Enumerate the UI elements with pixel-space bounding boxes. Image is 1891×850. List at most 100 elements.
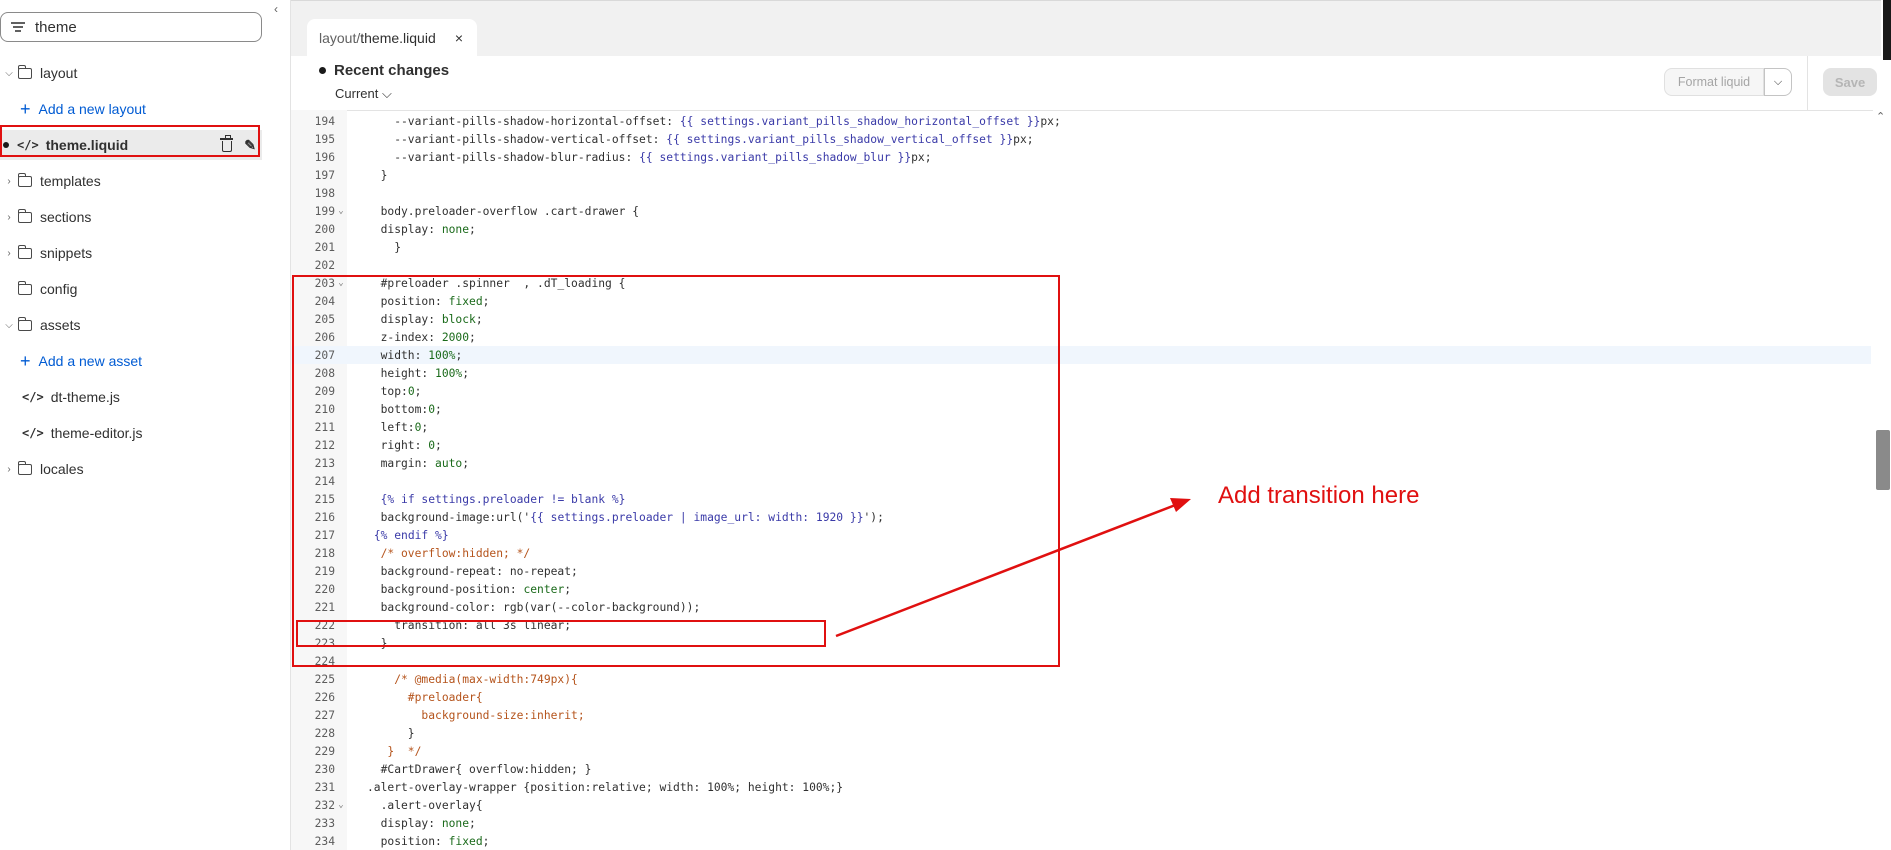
line-number: 200 — [314, 222, 335, 236]
unsaved-dot-icon — [3, 142, 9, 148]
annotation-line-box — [296, 620, 826, 647]
fold-chevron-icon[interactable]: ⌄ — [335, 800, 347, 810]
version-select[interactable]: Current ⌵ — [335, 86, 392, 102]
folder-config[interactable]: config — [0, 274, 262, 304]
code-text: } — [367, 168, 388, 182]
tab-theme-liquid[interactable]: layout/theme.liquid × — [307, 19, 477, 57]
line-number: 231 — [314, 780, 335, 794]
format-liquid-button[interactable]: Format liquid — [1664, 68, 1764, 96]
folder-label: config — [40, 281, 78, 297]
scroll-up-icon[interactable]: ⌃ — [1876, 110, 1885, 123]
code-line[interactable]: 227 background-size:inherit; — [291, 706, 1871, 724]
chevron-right-icon: › — [7, 247, 11, 259]
code-text: .alert-overlay{ — [367, 798, 483, 812]
file-theme-liquid[interactable]: </> theme.liquid ✎ — [0, 130, 262, 160]
folder-label: assets — [40, 317, 81, 333]
code-text: #preloader{ — [367, 690, 483, 704]
folder-templates[interactable]: › templates — [0, 166, 262, 196]
format-options-button[interactable]: ⌵ — [1764, 68, 1792, 96]
code-line[interactable]: 199 ⌄ body.preloader-overflow .cart-drawe… — [291, 202, 1871, 220]
code-text: position: fixed; — [367, 834, 490, 848]
tab-filename: theme.liquid — [360, 30, 436, 46]
folder-icon — [17, 172, 32, 187]
line-number: 229 — [314, 744, 335, 758]
file-search[interactable] — [0, 12, 262, 42]
add-layout-link[interactable]: + Add a new layout — [0, 94, 262, 124]
code-text: --variant-pills-shadow-blur-radius: {{ s… — [367, 150, 932, 164]
code-text: } — [367, 726, 415, 740]
line-number: 225 — [314, 672, 335, 686]
fold-chevron-icon[interactable]: ⌄ — [335, 206, 347, 216]
chevron-down-icon: ⌵ — [381, 86, 392, 101]
folder-icon — [17, 64, 32, 79]
code-text: .alert-overlay-wrapper {position:relativ… — [367, 780, 844, 794]
code-line[interactable]: 232 ⌄ .alert-overlay{ — [291, 796, 1871, 814]
folder-label: templates — [40, 173, 101, 189]
search-input[interactable] — [33, 17, 237, 37]
code-line[interactable]: 201 } — [291, 238, 1871, 256]
code-line[interactable]: 231 .alert-overlay-wrapper {position:rela… — [291, 778, 1871, 796]
window-corner — [1883, 0, 1891, 60]
code-line[interactable]: 200 display: none; — [291, 220, 1871, 238]
close-icon[interactable]: × — [455, 30, 463, 46]
code-line[interactable]: 196 --variant-pills-shadow-blur-radius: … — [291, 148, 1871, 166]
code-text: display: none; — [367, 816, 476, 830]
line-number: 197 — [314, 168, 335, 182]
code-line[interactable]: 198 — [291, 184, 1871, 202]
folder-locales[interactable]: › locales — [0, 454, 262, 484]
plus-icon: + — [20, 99, 31, 119]
save-button[interactable]: Save — [1823, 68, 1877, 96]
line-number: 234 — [314, 834, 335, 848]
annotation-code-block-box — [292, 275, 1060, 667]
code-line[interactable]: 225 /* @media(max-width:749px){ — [291, 670, 1871, 688]
add-layout-label: Add a new layout — [38, 101, 146, 117]
folder-icon — [17, 316, 32, 331]
tab-bar: layout/theme.liquid × — [291, 0, 1881, 57]
code-text: body.preloader-overflow .cart-drawer { — [367, 204, 640, 218]
chevron-down-icon: ⌵ — [5, 319, 13, 331]
line-number: 233 — [314, 816, 335, 830]
folder-label: locales — [40, 461, 84, 477]
code-line[interactable]: 226 #preloader{ — [291, 688, 1871, 706]
toolbar-divider — [1807, 56, 1808, 110]
folder-icon — [17, 280, 32, 295]
line-number: 232 — [314, 798, 335, 812]
folder-icon — [17, 208, 32, 223]
version-label: Current — [335, 86, 379, 101]
file-dt-theme-js[interactable]: </> dt-theme.js — [0, 382, 262, 412]
line-number: 202 — [314, 258, 335, 272]
file-theme-editor-js[interactable]: </> theme-editor.js — [0, 418, 262, 448]
file-sidebar: ⌵ layout + Add a new layout </> theme.li… — [0, 0, 290, 850]
add-asset-link[interactable]: + Add a new asset — [0, 346, 262, 376]
plus-icon: + — [20, 351, 31, 371]
code-text: display: none; — [367, 222, 476, 236]
file-label: theme.liquid — [45, 137, 129, 153]
code-line[interactable]: 194 --variant-pills-shadow-horizontal-of… — [291, 112, 1871, 130]
code-line[interactable]: 197 } — [291, 166, 1871, 184]
code-line[interactable]: 228 } — [291, 724, 1871, 742]
line-number: 227 — [314, 708, 335, 722]
file-label: dt-theme.js — [50, 389, 120, 405]
scrollbar-thumb[interactable] — [1876, 430, 1890, 490]
add-asset-label: Add a new asset — [38, 353, 143, 369]
recent-changes[interactable]: Recent changes — [319, 62, 449, 79]
code-line[interactable]: 229 } */ — [291, 742, 1871, 760]
code-text: } */ — [367, 744, 422, 758]
folder-snippets[interactable]: › snippets — [0, 238, 262, 268]
code-line[interactable]: 230 #CartDrawer{ overflow:hidden; } — [291, 760, 1871, 778]
folder-sections[interactable]: › sections — [0, 202, 262, 232]
unsaved-dot-icon — [319, 67, 326, 74]
folder-label: sections — [40, 209, 92, 225]
code-line[interactable]: 202 — [291, 256, 1871, 274]
collapse-sidebar-icon[interactable]: ‹ — [274, 2, 278, 16]
code-line[interactable]: 233 display: none; — [291, 814, 1871, 832]
folder-layout[interactable]: ⌵ layout — [0, 58, 262, 88]
code-line[interactable]: 234 position: fixed; — [291, 832, 1871, 850]
pencil-icon[interactable]: ✎ — [244, 137, 256, 154]
folder-assets[interactable]: ⌵ assets — [0, 310, 262, 340]
line-number: 201 — [314, 240, 335, 254]
chevron-right-icon: › — [7, 211, 11, 223]
trash-icon[interactable] — [220, 135, 234, 152]
code-line[interactable]: 195 --variant-pills-shadow-vertical-offs… — [291, 130, 1871, 148]
folder-label: snippets — [40, 245, 93, 261]
